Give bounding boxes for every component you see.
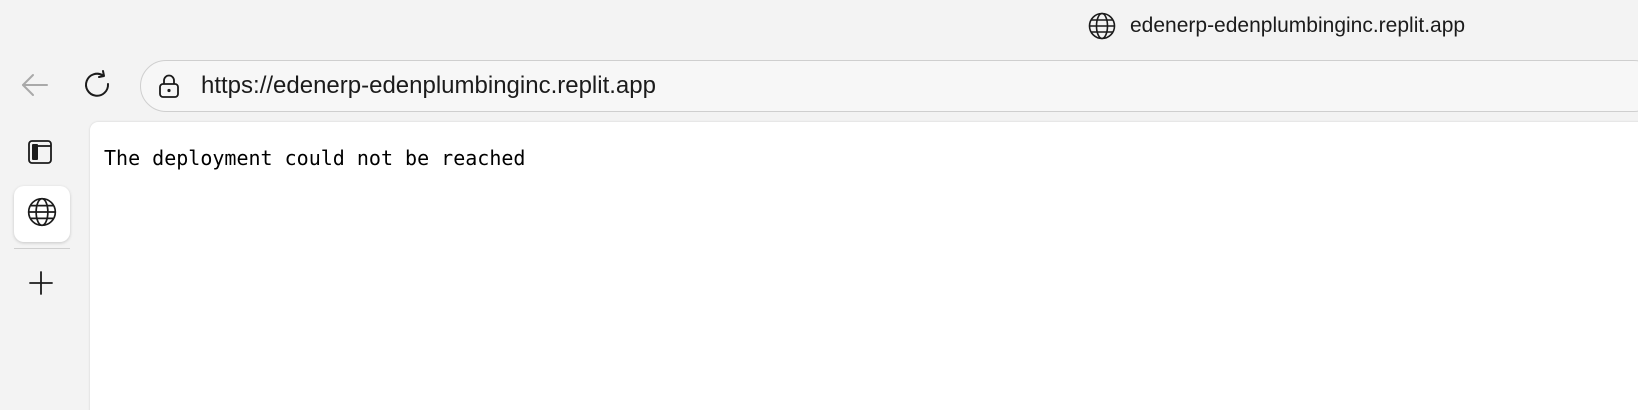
plus-icon: [27, 269, 55, 302]
refresh-icon: [82, 69, 114, 106]
browser-window: edenerp-edenplumbinginc.replit.app https…: [0, 0, 1638, 410]
address-bar[interactable]: https://edenerp-edenplumbinginc.replit.a…: [140, 60, 1638, 112]
new-tab-button[interactable]: [21, 265, 61, 305]
globe-icon: [26, 196, 58, 233]
title-bar: edenerp-edenplumbinginc.replit.app: [0, 0, 1638, 52]
tab-active[interactable]: [14, 186, 70, 242]
window-title-group: edenerp-edenplumbinginc.replit.app: [1086, 10, 1465, 42]
tab-actions-button[interactable]: [20, 134, 60, 174]
vertical-tab-strip: [0, 124, 86, 410]
navigation-toolbar: https://edenerp-edenplumbinginc.replit.a…: [0, 56, 1638, 116]
back-button[interactable]: [15, 67, 55, 107]
refresh-button[interactable]: [78, 67, 118, 107]
lock-icon[interactable]: [155, 72, 183, 100]
url-text[interactable]: https://edenerp-edenplumbinginc.replit.a…: [201, 72, 656, 100]
back-arrow-icon: [19, 69, 51, 106]
tab-divider: [14, 248, 70, 249]
page-content: The deployment could not be reached: [90, 122, 1638, 410]
window-title: edenerp-edenplumbinginc.replit.app: [1130, 14, 1466, 37]
globe-icon: [1086, 10, 1118, 42]
tab-actions-icon: [26, 138, 54, 171]
error-message: The deployment could not be reached: [104, 146, 526, 170]
